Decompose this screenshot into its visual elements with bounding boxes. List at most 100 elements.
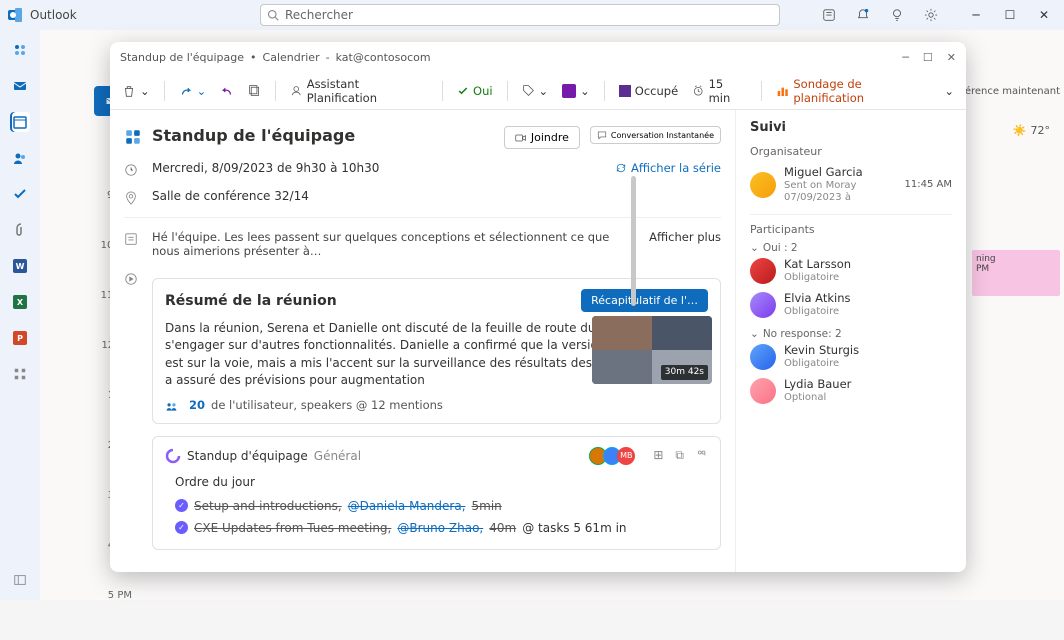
checked-icon: ✓ bbox=[175, 499, 188, 512]
delete-button[interactable]: ⌄ bbox=[122, 84, 150, 98]
recording-thumbnail[interactable]: 30m 42s bbox=[592, 316, 712, 384]
clock-icon bbox=[692, 84, 704, 97]
reminder-button[interactable]: 15 min bbox=[692, 77, 747, 105]
noresponse-group-toggle[interactable]: ⌄No response: 2 bbox=[750, 328, 952, 340]
forward-button[interactable]: ⌄ bbox=[179, 84, 207, 98]
participant-row[interactable]: Kat LarssonObligatoire bbox=[750, 254, 952, 288]
rail-people-icon[interactable] bbox=[10, 148, 30, 168]
app-name: Outlook bbox=[30, 8, 90, 22]
avatar bbox=[750, 258, 776, 284]
event-datetime: Mercredi, 8/09/2023 de 9h30 à 10h30 bbox=[152, 161, 605, 175]
weather-widget[interactable]: ☀️ 72° bbox=[1013, 124, 1050, 137]
agenda-item[interactable]: ✓ Setup and introductions, @Daniela Mand… bbox=[175, 495, 708, 517]
participant-name: Kevin Sturgis bbox=[784, 344, 952, 358]
rail-home-icon[interactable] bbox=[10, 40, 30, 60]
participant-name: Lydia Bauer bbox=[784, 378, 952, 392]
agenda-item[interactable]: ✓ CXE Updates from Tues meeting, @Bruno … bbox=[175, 517, 708, 539]
settings-icon[interactable] bbox=[924, 8, 940, 22]
organizer-label: Organisateur bbox=[750, 145, 952, 158]
show-more-link[interactable]: Afficher plus bbox=[649, 230, 721, 244]
event-time-fragment: PM bbox=[976, 264, 1056, 274]
show-series-link[interactable]: Afficher la série bbox=[615, 161, 721, 175]
participant-role: Obligatoire bbox=[784, 358, 952, 370]
maximize-button[interactable]: ☐ bbox=[1002, 8, 1018, 22]
organizer-time: 11:45 AM bbox=[905, 179, 952, 190]
note-icon[interactable] bbox=[822, 8, 838, 22]
yes-group-toggle[interactable]: ⌄Oui : 2 bbox=[750, 242, 952, 254]
event-win-source: Calendrier bbox=[263, 51, 320, 64]
toolbar-overflow-button[interactable]: ⌄ bbox=[944, 84, 954, 98]
rail-mail-icon[interactable] bbox=[10, 76, 30, 96]
search-input[interactable]: Rechercher bbox=[260, 4, 780, 26]
event-body-preview: Hé l'équipe. Les lees passent sur quelqu… bbox=[152, 230, 639, 258]
video-duration: 30m 42s bbox=[661, 365, 708, 380]
rail-files-icon[interactable] bbox=[10, 220, 30, 240]
rail-more-apps-icon[interactable] bbox=[10, 364, 30, 384]
rail-word-icon[interactable]: W bbox=[10, 256, 30, 276]
copy-button[interactable] bbox=[248, 84, 261, 97]
loop-name[interactable]: Standup d'équipage bbox=[187, 449, 308, 463]
rsvp-yes-button[interactable]: Oui bbox=[457, 84, 493, 98]
copy-component-icon[interactable]: ⧉ bbox=[675, 448, 684, 463]
tag-button[interactable]: ⌄ bbox=[522, 84, 549, 98]
tips-icon[interactable] bbox=[890, 8, 906, 22]
chat-icon bbox=[597, 130, 607, 140]
event-main-pane: Standup de l'équipage Joindre Conversati… bbox=[110, 110, 736, 572]
avatar bbox=[750, 292, 776, 318]
participant-name: Elvia Atkins bbox=[784, 292, 952, 306]
loop-component-card: Standup d'équipage Général MB ⊞ ⧉ bbox=[152, 436, 721, 550]
close-button[interactable]: ✕ bbox=[1036, 8, 1052, 22]
participant-row[interactable]: Lydia BauerOptional bbox=[750, 374, 952, 408]
rail-collapse-icon[interactable] bbox=[10, 570, 30, 590]
loop-channel: Général bbox=[314, 449, 361, 463]
rail-excel-icon[interactable]: X bbox=[10, 292, 30, 312]
instant-chat-button[interactable]: Conversation Instantanée bbox=[590, 126, 721, 144]
rail-todo-icon[interactable] bbox=[10, 184, 30, 204]
window-minimize-button[interactable]: ─ bbox=[902, 51, 909, 64]
share-component-icon[interactable] bbox=[696, 448, 708, 463]
search-icon bbox=[267, 9, 279, 21]
chevron-down-icon: ⌄ bbox=[750, 242, 759, 254]
event-title-fragment: ning bbox=[976, 254, 1056, 264]
poll-icon bbox=[776, 84, 789, 98]
svg-text:P: P bbox=[17, 334, 23, 343]
join-button[interactable]: Joindre bbox=[504, 126, 580, 149]
participant-role: Obligatoire bbox=[784, 272, 952, 284]
organizer-row[interactable]: Miguel Garcia Sent on Moray 07/09/2023 à… bbox=[750, 162, 952, 208]
onenote-button[interactable]: ⌄ bbox=[562, 84, 590, 98]
weather-temp: 72° bbox=[1031, 124, 1051, 137]
scheduling-poll-button[interactable]: Sondage de planification bbox=[776, 77, 931, 105]
participant-role: Optional bbox=[784, 392, 952, 404]
grid-icon[interactable]: ⊞ bbox=[653, 448, 663, 463]
event-win-title: Standup de l'équipage bbox=[120, 51, 244, 64]
minimize-button[interactable]: ─ bbox=[968, 8, 984, 22]
notification-icon[interactable] bbox=[856, 8, 872, 22]
tracking-heading: Suivi bbox=[750, 120, 952, 135]
rail-powerpoint-icon[interactable]: P bbox=[10, 328, 30, 348]
calendar-event-block[interactable]: ning PM bbox=[972, 250, 1060, 296]
recurrence-icon bbox=[615, 162, 627, 174]
participant-row[interactable]: Elvia AtkinsObligatoire bbox=[750, 288, 952, 322]
avatar bbox=[750, 344, 776, 370]
location-icon bbox=[124, 191, 142, 205]
svg-text:W: W bbox=[16, 262, 25, 271]
scrollbar-thumb[interactable] bbox=[631, 176, 636, 306]
assistant-icon bbox=[290, 84, 302, 97]
ai-summary-icon bbox=[124, 128, 142, 146]
people-stat-icon bbox=[165, 400, 183, 413]
scheduling-assistant-button[interactable]: Assistant Planification bbox=[290, 77, 428, 105]
time-slot: 5 PM bbox=[88, 590, 138, 640]
window-maximize-button[interactable]: ☐ bbox=[923, 51, 933, 64]
app-rail: W X P bbox=[0, 30, 40, 600]
show-as-button[interactable]: Occupé bbox=[619, 84, 678, 98]
participant-row[interactable]: Kevin SturgisObligatoire bbox=[750, 340, 952, 374]
recap-count: 20 bbox=[189, 398, 205, 412]
svg-text:X: X bbox=[17, 298, 24, 307]
reply-button[interactable] bbox=[220, 84, 234, 98]
window-close-button[interactable]: ✕ bbox=[947, 51, 956, 64]
full-recap-button[interactable]: Récapitulatif de l'… bbox=[581, 289, 708, 312]
recap-icon bbox=[124, 272, 142, 286]
tracking-pane: Suivi Organisateur Miguel Garcia Sent on… bbox=[736, 110, 966, 572]
rail-calendar-icon[interactable] bbox=[10, 112, 30, 132]
participant-role: Obligatoire bbox=[784, 306, 952, 318]
